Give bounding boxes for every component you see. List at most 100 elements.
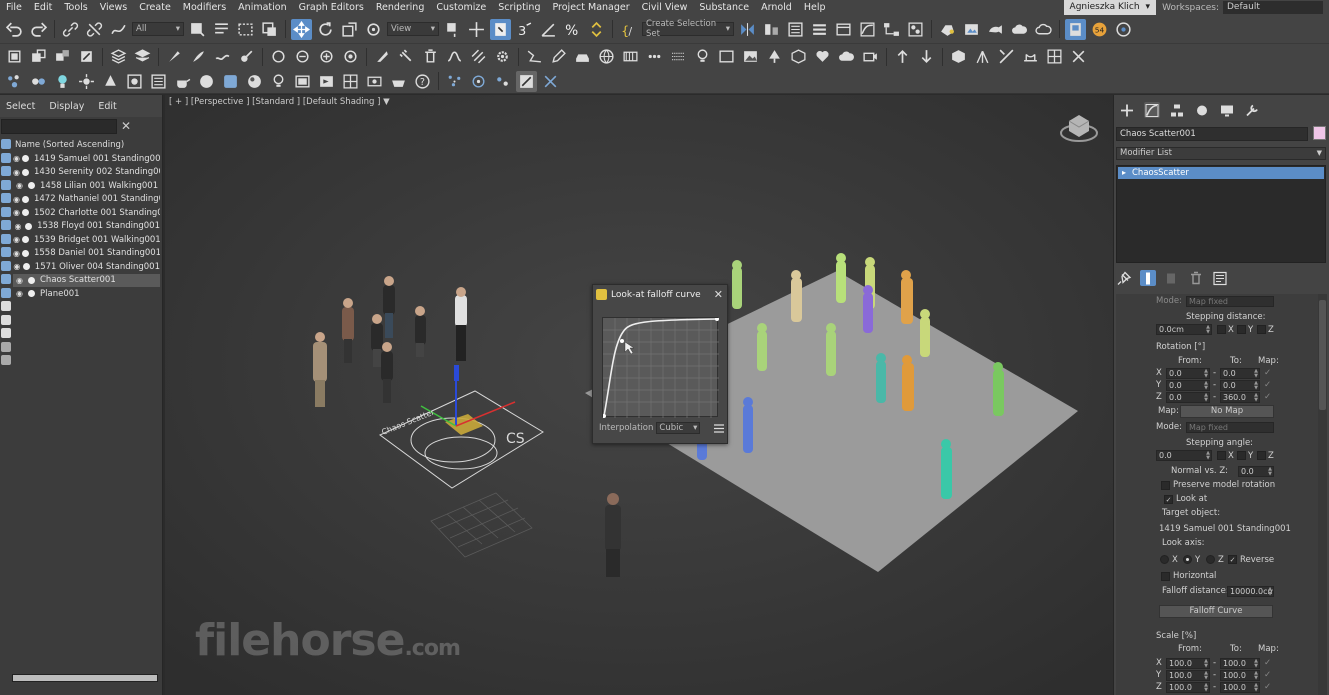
arrow-up-icon[interactable]: [892, 46, 913, 67]
list-item[interactable]: ◉ 1472 Nathaniel 001 Standing001: [13, 193, 160, 207]
scale-x-from-field[interactable]: 100.0 ▲ ▼: [1166, 658, 1210, 669]
layers-add-icon[interactable]: [132, 46, 153, 67]
spinner-icon[interactable]: ▲ ▼: [1254, 659, 1258, 668]
toggle-layer-explorer-icon[interactable]: [809, 19, 830, 40]
filter-lights-icon[interactable]: [1, 166, 11, 176]
sun-icon[interactable]: [76, 71, 97, 92]
scatter-5-icon[interactable]: [540, 71, 561, 92]
tool-2-icon[interactable]: [1068, 46, 1089, 67]
teapot-icon[interactable]: [172, 71, 193, 92]
remove-modifier-icon[interactable]: [1188, 270, 1204, 286]
hierarchy-tab-icon[interactable]: [1169, 102, 1185, 118]
list-item[interactable]: ◉ 1558 Daniel 001 Standing001: [13, 247, 160, 261]
filter-cameras-icon[interactable]: [1, 179, 11, 190]
filter-hidden-icon[interactable]: [1, 287, 11, 298]
horizontal-checkbox[interactable]: [1161, 572, 1170, 581]
window-icon[interactable]: [292, 71, 313, 92]
close-icon[interactable]: ✕: [121, 119, 133, 133]
map-check-icon[interactable]: ✓: [1264, 368, 1271, 378]
falloff-curve-button[interactable]: Falloff Curve: [1159, 605, 1273, 618]
freeze-icon[interactable]: [21, 249, 29, 257]
look-at-checkbox[interactable]: ✓: [1164, 495, 1173, 504]
map-check-icon[interactable]: ✓: [1264, 658, 1271, 668]
a360-gallery-icon[interactable]: [1033, 19, 1054, 40]
edit-named-selection-icon[interactable]: {/: [618, 19, 639, 40]
user-account-button[interactable]: Agnieszka Klich ▾: [1063, 0, 1157, 15]
group-icon[interactable]: [28, 46, 49, 67]
display-tab-icon[interactable]: [1219, 102, 1235, 118]
sphere-icon[interactable]: [196, 71, 217, 92]
particles-icon[interactable]: [4, 71, 25, 92]
loop-icon[interactable]: [268, 46, 289, 67]
rot-z-to-field[interactable]: 360.0 ▲ ▼: [1220, 392, 1260, 403]
select-by-name-icon[interactable]: [211, 19, 232, 40]
eye-icon[interactable]: ◉: [13, 208, 20, 217]
grid-dots-icon[interactable]: [668, 46, 689, 67]
spinner-icon[interactable]: ▲ ▼: [1204, 369, 1208, 378]
list-item[interactable]: ◉ Chaos Scatter001: [13, 273, 160, 287]
menu-civil-view[interactable]: Civil View: [636, 0, 694, 15]
menu-icon[interactable]: [713, 423, 725, 434]
normal-vs-z-field[interactable]: 0.0 ▲ ▼: [1238, 466, 1274, 477]
tripod-icon[interactable]: [972, 46, 993, 67]
spinner-icon[interactable]: ▲ ▼: [1204, 381, 1208, 390]
spinner-icon[interactable]: ▲ ▼: [1204, 393, 1208, 402]
attach-icon[interactable]: [76, 46, 97, 67]
angle-snap-icon[interactable]: [538, 19, 559, 40]
freeze-icon[interactable]: [21, 195, 29, 203]
trash-icon[interactable]: [420, 46, 441, 67]
stepping-x-checkbox[interactable]: [1217, 325, 1226, 334]
shrink-icon[interactable]: [340, 46, 361, 67]
spinner-icon[interactable]: ▲ ▼: [1254, 683, 1258, 692]
rendered-frame-window-icon[interactable]: [961, 19, 982, 40]
configure-sets-icon[interactable]: [1212, 270, 1228, 286]
brush-1-icon[interactable]: [164, 46, 185, 67]
pin-stack-icon[interactable]: [1116, 270, 1132, 286]
spinner-icon[interactable]: ▲ ▼: [1204, 659, 1208, 668]
map-check-icon[interactable]: ✓: [1264, 380, 1271, 390]
filter-none-icon[interactable]: [1, 314, 11, 325]
map-check-icon[interactable]: ✓: [1264, 392, 1271, 402]
look-axis-x-radio[interactable]: [1160, 555, 1169, 564]
rot-z-from-field[interactable]: 0.0 ▲ ▼: [1166, 392, 1210, 403]
freeze-icon[interactable]: [21, 155, 29, 163]
tree-icon[interactable]: [764, 46, 785, 67]
rot-x-from-field[interactable]: 0.0 ▲ ▼: [1166, 368, 1210, 379]
scatter-1-icon[interactable]: [444, 71, 465, 92]
menu-help[interactable]: Help: [798, 0, 832, 15]
grow-icon[interactable]: [316, 46, 337, 67]
eye-icon[interactable]: ◉: [13, 289, 26, 298]
toggle-scene-explorer-icon[interactable]: [785, 19, 806, 40]
select-object-icon[interactable]: [187, 19, 208, 40]
spinner-icon[interactable]: ▲ ▼: [1254, 369, 1258, 378]
filter-shapes-icon[interactable]: [1, 152, 11, 163]
rollout-scrollbar[interactable]: [1318, 294, 1327, 695]
filter-warps-icon[interactable]: [1, 206, 11, 217]
menu-tools[interactable]: Tools: [58, 0, 93, 15]
split-icon[interactable]: [996, 46, 1017, 67]
modify-tab-icon[interactable]: [1144, 102, 1160, 118]
eye-icon[interactable]: ◉: [13, 168, 20, 177]
cluster-icon[interactable]: [28, 71, 49, 92]
spinner-icon[interactable]: ▲ ▼: [1206, 451, 1210, 460]
list-item[interactable]: ◉ 1539 Bridget 001 Walking001: [13, 233, 160, 247]
curve-editor-icon[interactable]: [857, 19, 878, 40]
rope-icon[interactable]: [444, 46, 465, 67]
scale-z-to-field[interactable]: 100.0 ▲ ▼: [1220, 682, 1260, 693]
list-item[interactable]: ◉ 1538 Floyd 001 Standing001: [13, 220, 160, 234]
freeze-icon[interactable]: [21, 236, 29, 244]
place-icon[interactable]: [363, 19, 384, 40]
eye-icon[interactable]: ◉: [13, 276, 26, 285]
tab-display[interactable]: Display: [49, 101, 84, 112]
rollout-scrollbar-thumb[interactable]: [1319, 300, 1326, 410]
spinner-icon[interactable]: ▲ ▼: [1204, 683, 1208, 692]
object-name-field[interactable]: Chaos Scatter001: [1116, 127, 1308, 141]
render-in-cloud-icon[interactable]: [1009, 19, 1030, 40]
filter-bones-icon[interactable]: [1, 247, 11, 257]
dots-icon[interactable]: [644, 46, 665, 67]
filter-geometry-icon[interactable]: [1, 139, 11, 149]
unlink-icon[interactable]: [84, 19, 105, 40]
tool-1-icon[interactable]: [1044, 46, 1065, 67]
no-map-button[interactable]: No Map: [1180, 405, 1274, 418]
schematic-view-icon[interactable]: [881, 19, 902, 40]
